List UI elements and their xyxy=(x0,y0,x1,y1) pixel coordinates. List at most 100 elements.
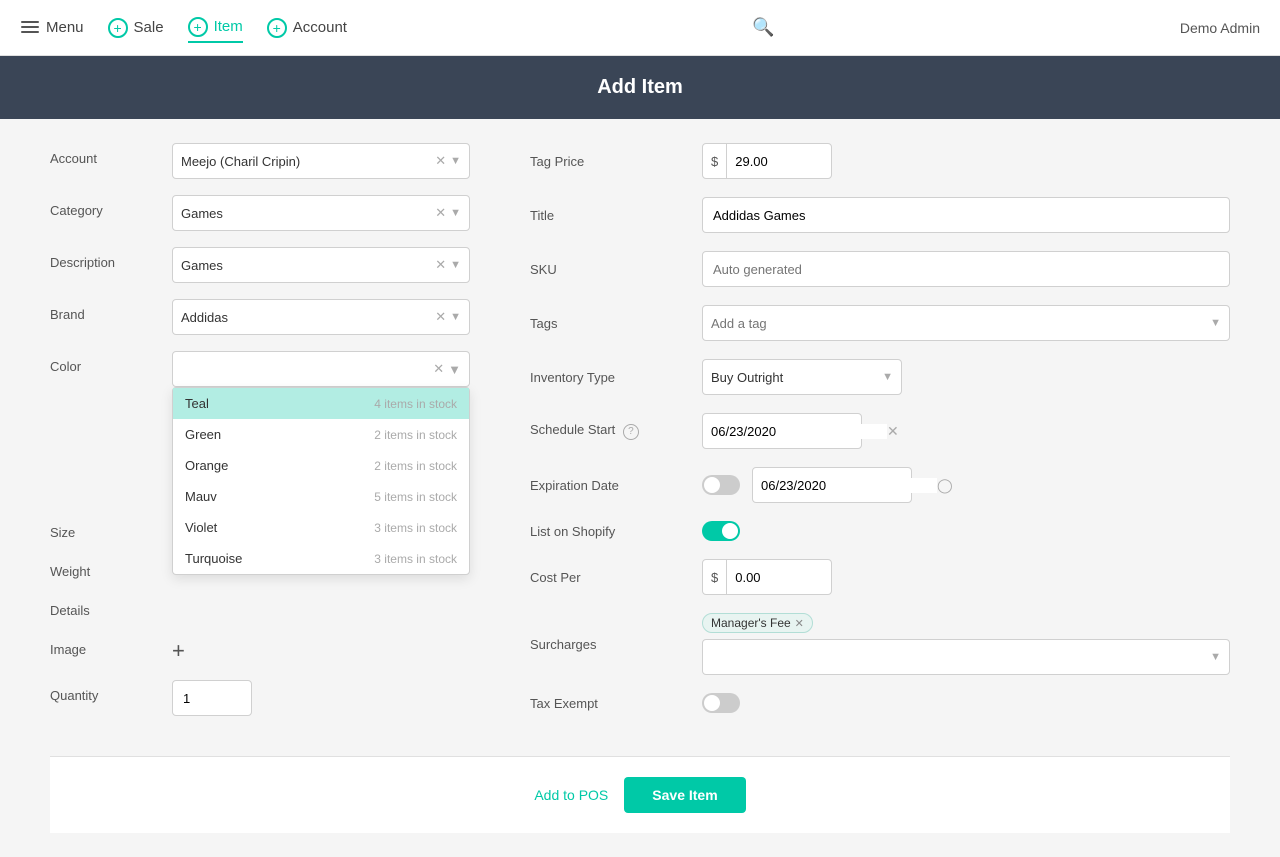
surcharges-control: Manager's Fee ✕ ▼ xyxy=(702,613,1230,675)
schedule-start-clear-icon[interactable]: ✕ xyxy=(887,423,899,440)
brand-clear-icon[interactable]: ✕ xyxy=(435,309,446,325)
tags-arrow-icon[interactable]: ▼ xyxy=(1210,317,1221,329)
color-option-teal-label: Teal xyxy=(185,396,209,411)
account-row: Account Meejo (Charil Cripin) ✕ ▼ xyxy=(50,143,470,179)
inventory-type-row: Inventory Type Buy Outright ▼ xyxy=(530,359,1230,395)
color-row: Color ✕ ▼ Teal 4 items in stock xyxy=(50,351,470,387)
details-row: Details xyxy=(50,595,470,618)
tax-exempt-toggle[interactable] xyxy=(702,693,740,713)
add-image-button[interactable]: + xyxy=(172,634,470,664)
color-clear-icon[interactable]: ✕ xyxy=(433,361,444,377)
expiration-date-label: Expiration Date xyxy=(530,478,690,493)
cost-per-row: Cost Per $ 0.00 xyxy=(530,559,1230,595)
account-arrow-icon[interactable]: ▼ xyxy=(450,155,461,167)
account-label: Account xyxy=(50,143,160,166)
color-option-orange[interactable]: Orange 2 items in stock xyxy=(173,450,469,481)
category-label: Category xyxy=(50,195,160,218)
color-option-violet[interactable]: Violet 3 items in stock xyxy=(173,512,469,543)
sku-row: SKU xyxy=(530,251,1230,287)
nav-account[interactable]: + Account xyxy=(267,14,347,42)
account-control: Meejo (Charil Cripin) ✕ ▼ xyxy=(172,143,470,179)
tax-exempt-control xyxy=(702,693,1230,713)
search-button[interactable]: 🔍 xyxy=(752,17,774,38)
item-plus-icon: + xyxy=(188,17,208,37)
cost-per-input[interactable]: 0.00 xyxy=(727,570,919,585)
category-clear-icon[interactable]: ✕ xyxy=(435,205,446,221)
surcharges-label: Surcharges xyxy=(530,637,690,652)
color-option-green-count: 2 items in stock xyxy=(374,428,457,442)
expiration-date-toggle[interactable] xyxy=(702,475,740,495)
quantity-input[interactable]: 1 xyxy=(172,680,252,716)
category-value: Games xyxy=(181,206,435,221)
title-input[interactable]: Addidas Games xyxy=(702,197,1230,233)
expiration-date-input[interactable] xyxy=(761,478,937,493)
color-arrow-icon[interactable]: ▼ xyxy=(448,362,461,377)
description-select[interactable]: Games ✕ ▼ xyxy=(172,247,470,283)
size-label: Size xyxy=(50,517,160,540)
color-dropdown: Teal 4 items in stock Green 2 items in s… xyxy=(172,387,470,575)
color-label: Color xyxy=(50,351,160,374)
tags-input[interactable] xyxy=(711,316,1210,331)
save-item-button[interactable]: Save Item xyxy=(624,777,745,813)
surcharge-tag-remove-icon[interactable]: ✕ xyxy=(795,617,804,630)
color-option-turquoise-count: 3 items in stock xyxy=(374,552,457,566)
color-option-mauv-count: 5 items in stock xyxy=(374,490,457,504)
image-label: Image xyxy=(50,634,160,657)
account-select[interactable]: Meejo (Charil Cripin) ✕ ▼ xyxy=(172,143,470,179)
brand-control: Addidas ✕ ▼ xyxy=(172,299,470,335)
nav-account-label: Account xyxy=(293,19,347,36)
expiration-date-clear-icon[interactable]: ◯ xyxy=(937,477,953,494)
inventory-type-control: Buy Outright ▼ xyxy=(702,359,1230,395)
schedule-start-info-icon[interactable]: ? xyxy=(623,424,639,440)
description-label: Description xyxy=(50,247,160,270)
surcharge-tag-badge: Manager's Fee ✕ xyxy=(702,613,813,633)
form-right: Tag Price $ 29.00 Title Addidas Games SK… xyxy=(530,143,1230,732)
tag-price-currency: $ xyxy=(703,144,727,178)
description-clear-icon[interactable]: ✕ xyxy=(435,257,446,273)
nav-menu[interactable]: Menu xyxy=(20,14,84,42)
color-option-turquoise[interactable]: Turquoise 3 items in stock xyxy=(173,543,469,574)
nav-sale[interactable]: + Sale xyxy=(108,14,164,42)
color-option-mauv[interactable]: Mauv 5 items in stock xyxy=(173,481,469,512)
color-option-teal-count: 4 items in stock xyxy=(374,397,457,411)
inventory-type-select[interactable]: Buy Outright ▼ xyxy=(702,359,902,395)
description-arrow-icon[interactable]: ▼ xyxy=(450,259,461,271)
schedule-start-control: 06/23/2020 ✕ xyxy=(702,413,1230,449)
footer-bar: Add to POS Save Item xyxy=(50,756,1230,833)
list-on-shopify-toggle[interactable] xyxy=(702,521,740,541)
tag-price-input[interactable]: 29.00 xyxy=(727,154,919,169)
expiration-date-control: ◯ xyxy=(702,467,1230,503)
nav-item[interactable]: + Item xyxy=(188,13,243,43)
tags-input-wrap[interactable]: ▼ xyxy=(702,305,1230,341)
category-select[interactable]: Games ✕ ▼ xyxy=(172,195,470,231)
main-content: Account Meejo (Charil Cripin) ✕ ▼ Catego… xyxy=(10,119,1270,857)
color-option-teal[interactable]: Teal 4 items in stock xyxy=(173,388,469,419)
account-value: Meejo (Charil Cripin) xyxy=(181,154,435,169)
category-control: Games ✕ ▼ xyxy=(172,195,470,231)
surcharges-row: Surcharges Manager's Fee ✕ ▼ xyxy=(530,613,1230,675)
expiration-date-row: Expiration Date ◯ xyxy=(530,467,1230,503)
color-input[interactable] xyxy=(181,362,433,377)
nav-sale-label: Sale xyxy=(134,19,164,36)
color-option-green-label: Green xyxy=(185,427,221,442)
color-input-area[interactable]: ✕ ▼ xyxy=(172,351,470,387)
nav-item-label: Item xyxy=(214,18,243,35)
tag-price-row: Tag Price $ 29.00 xyxy=(530,143,1230,179)
sku-input[interactable] xyxy=(702,251,1230,287)
category-arrow-icon[interactable]: ▼ xyxy=(450,207,461,219)
inventory-type-arrow-icon[interactable]: ▼ xyxy=(882,371,893,383)
color-option-green[interactable]: Green 2 items in stock xyxy=(173,419,469,450)
tags-control: ▼ xyxy=(702,305,1230,341)
account-clear-icon[interactable]: ✕ xyxy=(435,153,446,169)
brand-select[interactable]: Addidas ✕ ▼ xyxy=(172,299,470,335)
surcharges-select[interactable]: ▼ xyxy=(702,639,1230,675)
title-row: Title Addidas Games xyxy=(530,197,1230,233)
schedule-start-input[interactable]: 06/23/2020 xyxy=(711,424,887,439)
weight-label: Weight xyxy=(50,556,160,579)
title-label: Title xyxy=(530,208,690,223)
surcharges-arrow-icon[interactable]: ▼ xyxy=(1210,651,1221,663)
brand-arrow-icon[interactable]: ▼ xyxy=(450,311,461,323)
title-control: Addidas Games xyxy=(702,197,1230,233)
add-to-pos-button[interactable]: Add to POS xyxy=(534,787,608,803)
color-option-orange-count: 2 items in stock xyxy=(374,459,457,473)
